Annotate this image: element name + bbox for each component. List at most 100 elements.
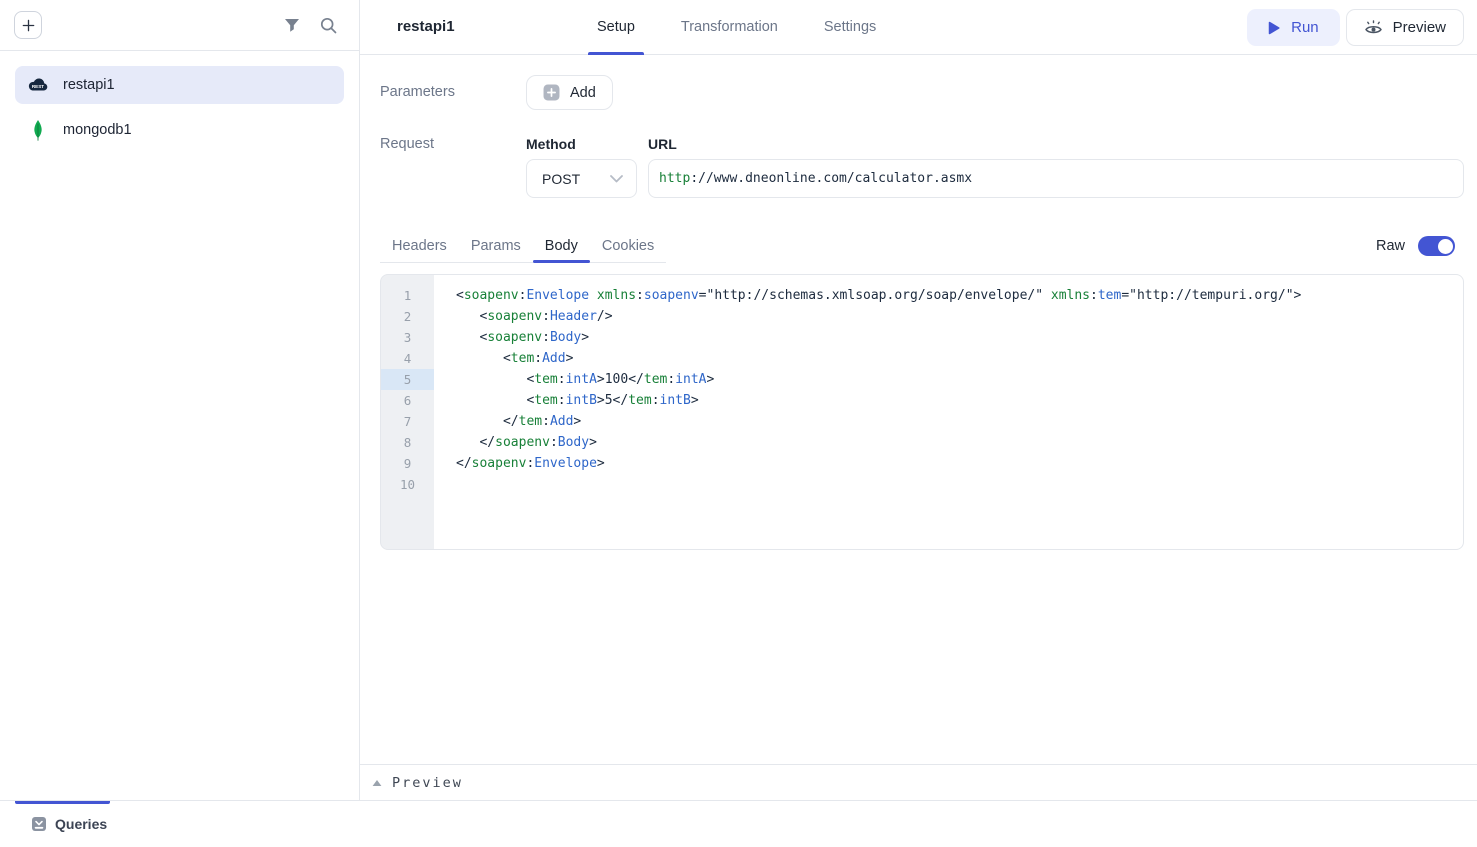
line-number: 5	[381, 369, 434, 390]
search-icon[interactable]	[320, 17, 337, 34]
chevron-down-icon	[610, 175, 623, 183]
plus-icon	[21, 18, 36, 33]
sidebar-header-icons	[284, 17, 337, 34]
parameters-row: Parameters Add	[380, 75, 1464, 110]
header-tab-transformation[interactable]: Transformation	[672, 0, 787, 54]
raw-toggle-group: Raw	[1376, 236, 1464, 256]
line-number: 8	[381, 432, 434, 453]
sidebar: REST restapi1 mongodb1	[0, 0, 360, 800]
code-line-text	[434, 474, 456, 495]
sidebar-item-label: restapi1	[63, 77, 115, 93]
add-entity-button[interactable]	[14, 11, 42, 39]
code-line: 3 <soapenv:Body>	[381, 327, 1463, 348]
request-label: Request	[380, 136, 526, 152]
code-line: 8 </soapenv:Body>	[381, 432, 1463, 453]
code-line-text: <tem:intB>5</tem:intB>	[434, 390, 699, 411]
body-tabs-row: Headers Params Body Cookies Raw	[380, 229, 1464, 263]
code-line: 10	[381, 474, 1463, 495]
setup-content: Parameters Add Request Method POST	[360, 55, 1477, 764]
sidebar-list: REST restapi1 mongodb1	[0, 51, 359, 149]
method-select[interactable]: POST	[526, 159, 637, 198]
sidebar-header	[0, 0, 359, 51]
preview-button-label: Preview	[1393, 19, 1446, 36]
play-icon	[1268, 21, 1280, 35]
code-line: 9 </soapenv:Envelope>	[381, 453, 1463, 474]
code-line: 6 <tem:intB>5</tem:intB>	[381, 390, 1463, 411]
header-actions: Run Preview	[1247, 9, 1464, 46]
line-number: 7	[381, 411, 434, 432]
header-tab-settings[interactable]: Settings	[815, 0, 885, 54]
collapse-up-icon	[372, 779, 382, 787]
method-field-group: Method POST	[526, 136, 637, 198]
url-value-scheme: http	[659, 171, 690, 186]
code-line-text: <soapenv:Envelope xmlns:soapenv="http://…	[434, 285, 1301, 306]
header-tab-label: Setup	[597, 19, 635, 35]
url-label: URL	[648, 136, 1464, 152]
add-parameter-button[interactable]: Add	[526, 75, 613, 110]
code-line-text: </soapenv:Body>	[434, 432, 597, 453]
run-button-label: Run	[1291, 19, 1319, 36]
code-line-text: </soapenv:Envelope>	[434, 453, 605, 474]
url-input[interactable]: http://www.dneonline.com/calculator.asmx	[648, 159, 1464, 198]
eye-icon	[1364, 20, 1383, 36]
response-preview-toggle[interactable]: Preview	[360, 764, 1477, 800]
body-tab-headers[interactable]: Headers	[380, 229, 459, 262]
parameters-label: Parameters	[380, 75, 526, 100]
line-number: 10	[381, 474, 434, 495]
header-tab-label: Transformation	[681, 19, 778, 35]
toggle-knob	[1438, 239, 1453, 254]
plus-square-icon	[543, 84, 560, 101]
method-label: Method	[526, 136, 637, 152]
raw-toggle-switch[interactable]	[1418, 236, 1455, 256]
response-preview-label: Preview	[392, 775, 463, 791]
body-tab-label: Params	[471, 238, 521, 254]
header-tab-setup[interactable]: Setup	[588, 0, 644, 54]
url-value-rest: ://www.dneonline.com/calculator.asmx	[690, 171, 972, 186]
code-line-text: <tem:Add>	[434, 348, 573, 369]
query-title: restapi1	[397, 18, 455, 35]
add-parameter-label: Add	[570, 85, 596, 101]
preview-button[interactable]: Preview	[1346, 9, 1464, 46]
body-tab-body[interactable]: Body	[533, 229, 590, 262]
code-line: 7 </tem:Add>	[381, 411, 1463, 432]
body-code-editor[interactable]: 1 <soapenv:Envelope xmlns:soapenv="http:…	[380, 274, 1464, 550]
bottom-tab-queries[interactable]: Queries	[15, 801, 110, 847]
body-tab-label: Headers	[392, 238, 447, 254]
queries-icon	[31, 816, 47, 832]
code-line: 5 <tem:intA>100</tem:intA>	[381, 369, 1463, 390]
svg-text:REST: REST	[32, 84, 44, 89]
sidebar-item-label: mongodb1	[63, 122, 132, 138]
body-tabs: Headers Params Body Cookies	[380, 229, 666, 263]
bottom-bar: Queries	[0, 801, 1477, 847]
run-button[interactable]: Run	[1247, 9, 1340, 46]
request-row: Request Method POST URL http://www.dneon…	[380, 136, 1464, 198]
sidebar-item-mongodb1[interactable]: mongodb1	[15, 111, 344, 149]
sidebar-item-restapi1[interactable]: REST restapi1	[15, 66, 344, 104]
body-tab-label: Cookies	[602, 238, 654, 254]
code-line-text: <soapenv:Header/>	[434, 306, 613, 327]
code-line-text: <tem:intA>100</tem:intA>	[434, 369, 714, 390]
url-field-group: URL http://www.dneonline.com/calculator.…	[648, 136, 1464, 198]
code-line-text: </tem:Add>	[434, 411, 581, 432]
body-tab-cookies[interactable]: Cookies	[590, 229, 666, 262]
code-line: 2 <soapenv:Header/>	[381, 306, 1463, 327]
line-number: 9	[381, 453, 434, 474]
line-number: 3	[381, 327, 434, 348]
line-number: 4	[381, 348, 434, 369]
filter-icon[interactable]	[284, 18, 300, 33]
method-select-value: POST	[542, 171, 580, 187]
raw-toggle-label: Raw	[1376, 238, 1405, 254]
code-line-text: <soapenv:Body>	[434, 327, 589, 348]
header-tabs: Setup Transformation Settings	[588, 0, 885, 54]
line-number: 2	[381, 306, 434, 327]
request-body-section: Headers Params Body Cookies Raw 1 <soapenv:…	[380, 229, 1464, 550]
body-tab-params[interactable]: Params	[459, 229, 533, 262]
body-tab-label: Body	[545, 238, 578, 254]
main-pane: restapi1 Setup Transformation Settings Run	[360, 0, 1477, 800]
line-number: 1	[381, 285, 434, 306]
mongodb-icon	[32, 119, 44, 142]
main-header: restapi1 Setup Transformation Settings Run	[360, 0, 1477, 55]
bottom-tab-queries-label: Queries	[55, 816, 107, 832]
header-tab-label: Settings	[824, 19, 876, 35]
rest-api-icon: REST	[26, 77, 50, 93]
